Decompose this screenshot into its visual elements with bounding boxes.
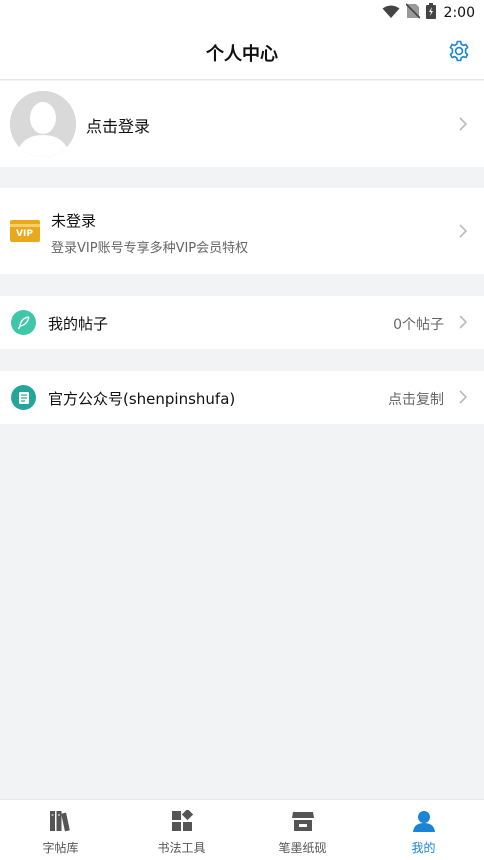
- grid-tools-icon: [171, 808, 193, 836]
- post-count: 0个帖子: [393, 317, 444, 333]
- my-posts-label: 我的帖子: [48, 315, 109, 333]
- vip-status-title: 未登录: [51, 212, 97, 230]
- status-bar: 2:00: [0, 0, 484, 26]
- tab-mine[interactable]: 我的: [363, 800, 484, 860]
- chevron-right-icon: [458, 389, 468, 405]
- chevron-right-icon: [458, 314, 468, 330]
- books-icon: [49, 810, 73, 836]
- vip-badge-icon: VIP: [10, 218, 40, 246]
- page-title: 个人中心: [206, 43, 278, 65]
- status-time: 2:00: [443, 5, 475, 21]
- chevron-right-icon: [458, 116, 468, 132]
- user-icon: [412, 810, 436, 836]
- avatar: [10, 91, 76, 157]
- feather-icon: [11, 310, 36, 335]
- official-account-row[interactable]: 官方公众号(shenpinshufa) 点击复制: [0, 371, 484, 424]
- battery-charging-icon: [425, 3, 436, 23]
- wifi-icon: [382, 4, 400, 23]
- chevron-right-icon: [458, 223, 468, 239]
- copy-action[interactable]: 点击复制: [388, 389, 444, 409]
- tab-copybook-library[interactable]: 字帖库: [0, 800, 121, 860]
- tab-label: 书法工具: [157, 841, 206, 855]
- bottom-tab-bar: 字帖库 书法工具 笔墨纸砚 我的: [0, 799, 484, 860]
- official-account-label: 官方公众号(shenpinshufa): [48, 390, 236, 408]
- vip-card[interactable]: 未登录 登录VIP账号专享多种VIP会员特权: [0, 188, 484, 274]
- login-label: 点击登录: [86, 117, 151, 136]
- vip-subtitle: 登录VIP账号专享多种VIP会员特权: [51, 241, 249, 256]
- my-posts-row[interactable]: 我的帖子 0个帖子: [0, 296, 484, 349]
- gear-icon: [447, 39, 471, 67]
- tab-stationery[interactable]: 笔墨纸砚: [242, 800, 363, 860]
- settings-button[interactable]: [446, 40, 472, 66]
- document-icon: [11, 385, 36, 410]
- tab-label: 笔墨纸砚: [278, 841, 327, 855]
- store-icon: [291, 810, 315, 836]
- tab-label: 字帖库: [42, 841, 79, 855]
- tab-label: 我的: [411, 841, 436, 855]
- no-sim-icon: [404, 3, 421, 23]
- login-card[interactable]: 点击登录: [0, 81, 484, 167]
- vip-badge-text: VIP: [16, 229, 33, 239]
- tab-calligraphy-tools[interactable]: 书法工具: [121, 800, 242, 860]
- header: 个人中心: [0, 26, 484, 80]
